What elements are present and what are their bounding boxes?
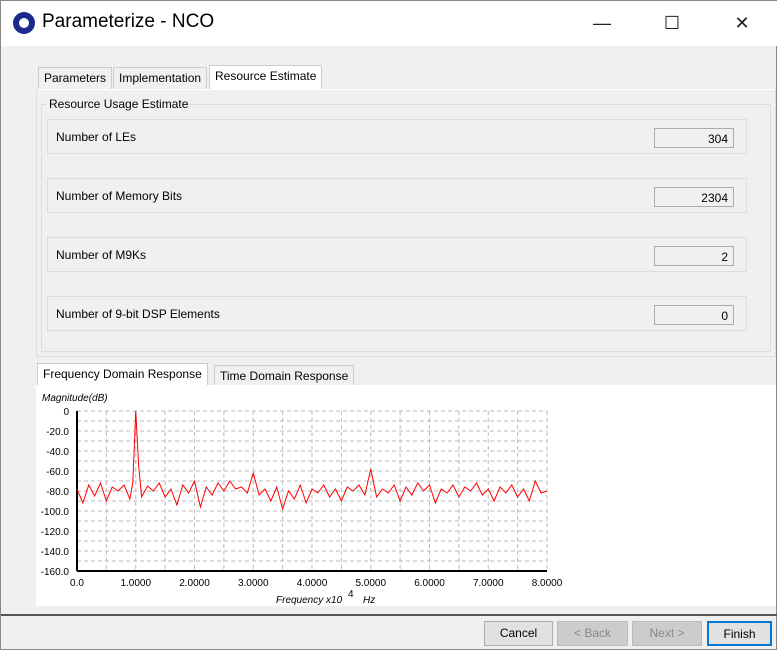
frequency-chart: 0 -20.0 -40.0 -60.0 -80.0 -100.0 -120.0 -140.0 -… xyxy=(36,385,776,606)
tab-resource-estimate[interactable]: Resource Estimate xyxy=(209,65,323,89)
x-tick-label: 5.0000 xyxy=(355,578,386,589)
x-axis-label: Frequency x10 xyxy=(276,595,343,606)
tab-frequency-domain[interactable]: Frequency Domain Response xyxy=(37,363,208,386)
row-dsp: Number of 9-bit DSP Elements 0 xyxy=(47,296,747,331)
row-les: Number of LEs 304 xyxy=(47,119,747,154)
y-tick-label: -40.0 xyxy=(46,447,69,458)
maximize-button[interactable]: ☐ xyxy=(649,9,695,37)
y-tick-label: -80.0 xyxy=(46,487,69,498)
y-tick-label: -120.0 xyxy=(41,527,70,538)
cancel-button[interactable]: Cancel xyxy=(484,621,553,646)
window-title: Parameterize - NCO xyxy=(42,11,215,32)
y-tick-label: -140.0 xyxy=(41,547,70,558)
x-tick-label: 6.0000 xyxy=(414,578,445,589)
row-value: 2 xyxy=(654,246,734,266)
row-label: Number of M9Ks xyxy=(56,248,147,262)
y-tick-label: 0 xyxy=(63,407,69,418)
row-value: 304 xyxy=(654,128,734,148)
finish-button[interactable]: Finish xyxy=(707,621,772,646)
row-m9ks: Number of M9Ks 2 xyxy=(47,237,747,272)
x-axis-unit: Hz xyxy=(363,595,375,606)
row-value: 0 xyxy=(654,305,734,325)
tab-implementation[interactable]: Implementation xyxy=(113,67,208,89)
back-button[interactable]: < Back xyxy=(557,621,628,646)
tab-time-domain[interactable]: Time Domain Response xyxy=(214,365,355,387)
x-axis-exponent: 4 xyxy=(348,589,354,600)
y-tick-label: -160.0 xyxy=(41,567,70,578)
app-icon xyxy=(13,12,35,34)
close-button[interactable]: ✕ xyxy=(719,9,765,37)
next-button[interactable]: Next > xyxy=(632,621,702,646)
y-tick-label: -100.0 xyxy=(41,507,70,518)
x-tick-label: 2.0000 xyxy=(179,578,210,589)
chart-svg: 0 -20.0 -40.0 -60.0 -80.0 -100.0 -120.0 -140.0 -… xyxy=(41,393,563,606)
y-tick-label: -60.0 xyxy=(46,467,69,478)
x-tick-label: 7.0000 xyxy=(473,578,504,589)
separator xyxy=(1,614,777,616)
row-label: Number of LEs xyxy=(56,130,137,144)
x-tick-label: 4.0000 xyxy=(297,578,328,589)
row-value: 2304 xyxy=(654,187,734,207)
y-axis-label: Magnitude(dB) xyxy=(42,393,108,404)
x-tick-label: 8.0000 xyxy=(532,578,563,589)
row-memory-bits: Number of Memory Bits 2304 xyxy=(47,178,747,213)
row-label: Number of 9-bit DSP Elements xyxy=(56,307,220,321)
x-tick-label: 3.0000 xyxy=(238,578,269,589)
y-tick-label: -20.0 xyxy=(46,427,69,438)
minimize-button[interactable]: — xyxy=(579,9,625,37)
x-tick-label: 0.0 xyxy=(70,578,84,589)
row-label: Number of Memory Bits xyxy=(56,189,183,203)
tab-parameters[interactable]: Parameters xyxy=(38,67,113,89)
group-title: Resource Usage Estimate xyxy=(47,97,191,111)
x-tick-label: 1.0000 xyxy=(120,578,151,589)
